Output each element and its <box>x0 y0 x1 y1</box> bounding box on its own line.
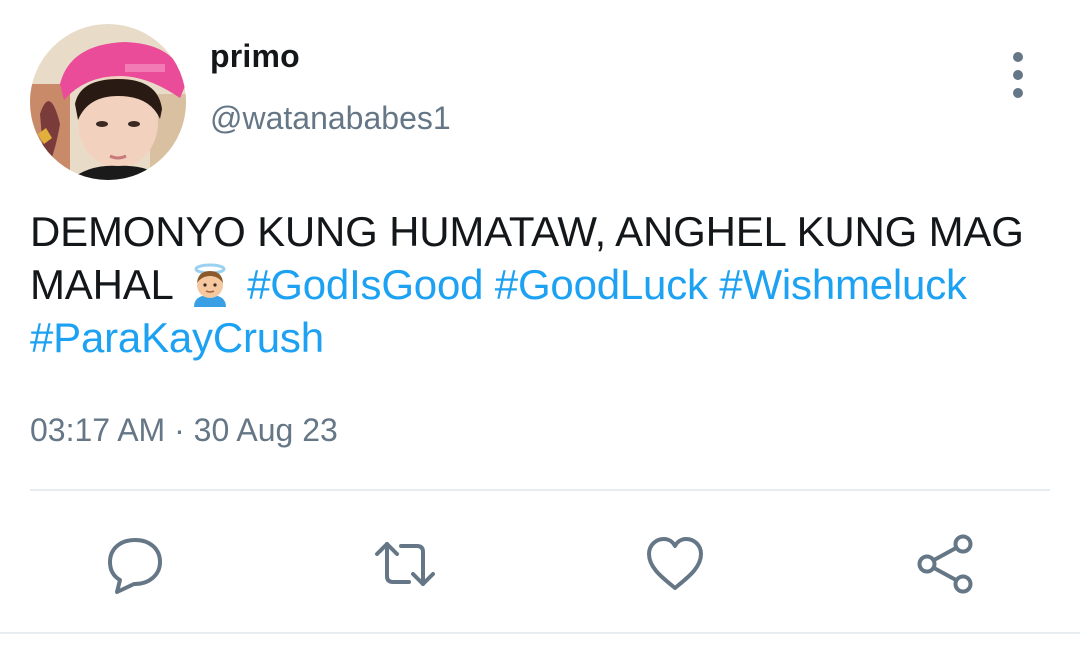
reply-icon <box>108 538 162 594</box>
display-name[interactable]: primo <box>210 38 300 75</box>
angel-emoji-icon <box>188 263 232 307</box>
more-vertical-icon <box>1013 88 1023 98</box>
tweet-text: DEMONYO KUNG HUMATAW, ANGHEL KUNG MAG MA… <box>30 205 1070 364</box>
divider <box>0 632 1080 634</box>
retweet-icon <box>375 542 435 586</box>
retweet-button[interactable] <box>373 532 437 596</box>
divider <box>30 489 1050 491</box>
heart-icon <box>647 537 703 590</box>
hashtag-link[interactable]: #Wishmeluck <box>719 261 967 308</box>
like-button[interactable] <box>643 532 707 596</box>
avatar[interactable] <box>30 24 186 180</box>
more-vertical-icon <box>1013 52 1023 62</box>
user-handle[interactable]: @watanababes1 <box>210 100 451 137</box>
hashtag-link[interactable]: #GoodLuck <box>495 261 708 308</box>
more-options-button[interactable] <box>998 52 1038 98</box>
tweet-timestamp: 03:17 AM · 30 Aug 23 <box>30 412 338 448</box>
share-icon <box>917 534 973 594</box>
reply-button[interactable] <box>103 532 167 596</box>
share-button[interactable] <box>913 532 977 596</box>
hashtag-link[interactable]: #GodIsGood <box>247 261 483 308</box>
more-vertical-icon <box>1013 70 1023 80</box>
hashtag-link[interactable]: #ParaKayCrush <box>30 314 324 361</box>
